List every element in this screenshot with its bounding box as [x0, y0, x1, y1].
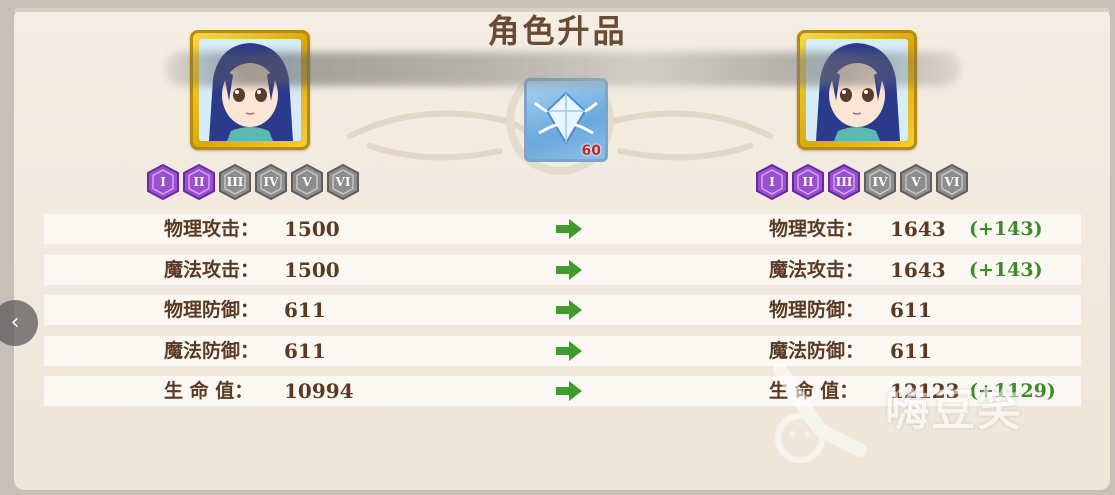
stat-row: 魔法攻击： 1500 魔法攻击： 1643 (+143)	[44, 255, 1081, 285]
rank-label: V	[911, 175, 921, 189]
arrow-right-icon	[556, 260, 582, 280]
rank-badge-5: V	[290, 164, 324, 200]
rank-label: IV	[263, 175, 279, 189]
rank-badges-before: I II III IV V VI	[146, 164, 360, 200]
rank-badge-4: IV	[863, 164, 897, 200]
character-portrait-after[interactable]	[797, 30, 917, 150]
rank-badges-after: I II III IV V VI	[755, 164, 969, 200]
stat-value-before: 611	[284, 339, 326, 363]
item-count: 60	[581, 143, 601, 159]
rank-badge-1: I	[755, 164, 789, 200]
rank-label: III	[226, 175, 244, 189]
stat-row: 魔法防御： 611 魔法防御： 611	[44, 336, 1081, 366]
rank-badge-6: VI	[326, 164, 360, 200]
stat-label-after: 生 命 值：	[769, 380, 859, 402]
stat-label-after: 魔法防御：	[769, 340, 865, 362]
rank-badge-2: II	[182, 164, 216, 200]
rank-label: VI	[335, 175, 351, 189]
stat-value-after: 1643	[890, 217, 946, 241]
character-portrait-before[interactable]	[190, 30, 310, 150]
rank-label: II	[802, 175, 814, 189]
page-title: 角色升品	[487, 12, 628, 50]
stat-value-after: 611	[890, 298, 932, 322]
rank-label: VI	[944, 175, 960, 189]
stat-label-before: 魔法攻击：	[164, 259, 260, 281]
rank-badge-3: III	[827, 164, 861, 200]
rank-label: I	[160, 175, 166, 189]
stat-diff: (+143)	[969, 218, 1043, 240]
stat-label-before: 魔法防御：	[164, 340, 260, 362]
stat-diff: (+1129)	[969, 380, 1056, 402]
rank-badge-3: III	[218, 164, 252, 200]
blurred-overlay	[165, 52, 960, 86]
stat-value-before: 611	[284, 298, 326, 322]
stat-value-before: 1500	[284, 217, 340, 241]
rank-label: II	[193, 175, 205, 189]
stat-value-before: 10994	[284, 379, 354, 403]
stat-diff: (+143)	[969, 259, 1043, 281]
stat-value-after: 12123	[890, 379, 960, 403]
rank-badge-5: V	[899, 164, 933, 200]
stat-label-after: 物理攻击：	[769, 218, 865, 240]
stat-row: 物理攻击： 1500 物理攻击： 1643 (+143)	[44, 214, 1081, 244]
stat-label-before: 物理防御：	[164, 299, 260, 321]
rank-badge-2: II	[791, 164, 825, 200]
arrow-right-icon	[556, 300, 582, 320]
rank-badge-6: VI	[935, 164, 969, 200]
stat-label-after: 物理防御：	[769, 299, 865, 321]
stat-value-after: 611	[890, 339, 932, 363]
rank-label: III	[835, 175, 853, 189]
arrow-right-icon	[556, 381, 582, 401]
upgrade-material-item[interactable]: 60	[524, 78, 608, 162]
stat-value-before: 1500	[284, 258, 340, 282]
stat-label-before: 物理攻击：	[164, 218, 260, 240]
rank-badge-1: I	[146, 164, 180, 200]
arrow-right-icon	[556, 341, 582, 361]
rank-badge-4: IV	[254, 164, 288, 200]
stat-row: 生 命 值： 10994 生 命 值： 12123 (+1129)	[44, 376, 1081, 406]
arrow-right-icon	[556, 219, 582, 239]
stat-value-after: 1643	[890, 258, 946, 282]
stat-label-before: 生 命 值：	[164, 380, 254, 402]
stat-label-after: 魔法攻击：	[769, 259, 865, 281]
rank-label: I	[769, 175, 775, 189]
rank-label: IV	[872, 175, 888, 189]
stat-row: 物理防御： 611 物理防御： 611	[44, 295, 1081, 325]
rank-label: V	[302, 175, 312, 189]
